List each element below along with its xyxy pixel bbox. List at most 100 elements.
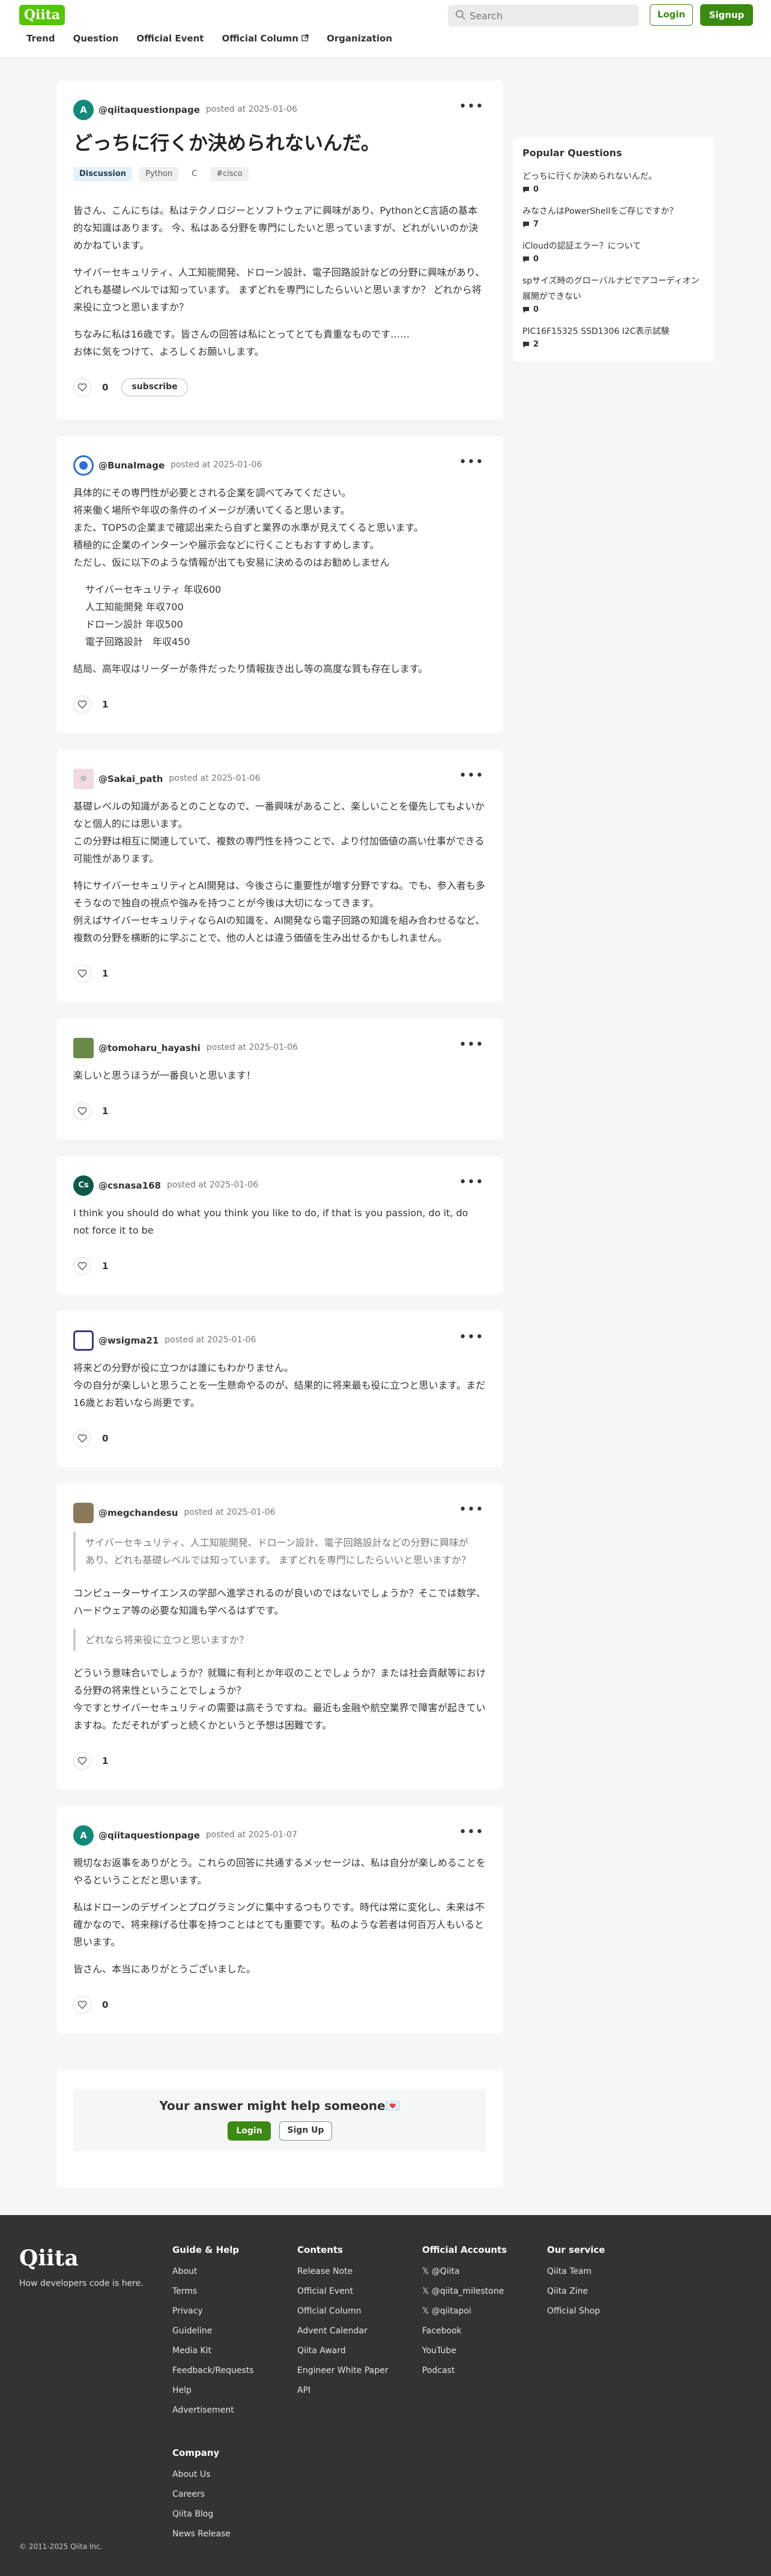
footer-link[interactable]: Help xyxy=(172,2381,254,2401)
paragraph: 親切なお返事をありがとう。これらの回答に共通するメッセージは、私は自分が楽しめる… xyxy=(73,1857,486,1886)
footer-link[interactable]: Official Event xyxy=(297,2282,389,2302)
avatar[interactable]: Cs xyxy=(73,1175,94,1196)
search-box[interactable] xyxy=(448,5,639,26)
like-button[interactable] xyxy=(73,378,91,396)
author-name[interactable]: @megchandesu xyxy=(98,1505,178,1521)
cta-login-button[interactable]: Login xyxy=(228,2121,271,2141)
popular-question-title[interactable]: iCloudの認証エラー？について xyxy=(522,238,705,254)
footer-link[interactable]: Qiita Team xyxy=(547,2262,605,2282)
paragraph: ただし、仮に以下のような情報が出ても安易に決めるのはお勧めしません xyxy=(73,557,390,568)
author-name[interactable]: @tomoharu_hayashi xyxy=(98,1040,201,1056)
like-button[interactable] xyxy=(73,1996,91,2014)
like-button[interactable] xyxy=(73,965,91,983)
footer-link[interactable]: Feedback/Requests xyxy=(172,2361,254,2381)
avatar[interactable]: ✿ xyxy=(73,769,94,789)
nav-official-event[interactable]: Official Event xyxy=(136,29,204,48)
qiita-logo[interactable]: Qiita xyxy=(19,5,65,25)
author-name[interactable]: @csnasa168 xyxy=(98,1178,161,1194)
comment-icon xyxy=(523,256,529,262)
popular-question-title[interactable]: みなさんはPowerShellをご存じですか？ xyxy=(522,204,705,219)
author-name[interactable]: @wsigma21 xyxy=(98,1333,159,1349)
paragraph: この分野は相互に関連していて、複数の専門性を持つことで、より付加価値の高い仕事が… xyxy=(73,835,485,864)
avatar[interactable]: A xyxy=(73,1825,94,1846)
nav-official-column[interactable]: Official Column xyxy=(222,29,309,48)
search-icon xyxy=(455,10,465,20)
more-options-icon[interactable]: ••• xyxy=(459,1038,484,1052)
more-options-icon[interactable]: ••• xyxy=(459,1175,484,1190)
paragraph: 皆さん、本当にありがとうございました。 xyxy=(73,1963,256,1975)
like-button[interactable] xyxy=(73,1429,91,1447)
nav-question[interactable]: Question xyxy=(73,29,119,48)
tag-python[interactable]: Python xyxy=(139,167,179,181)
avatar[interactable] xyxy=(73,1038,94,1058)
author-name[interactable]: @qiitaquestionpage xyxy=(98,102,200,118)
footer-link[interactable]: 𝕏 @qiita_milestone xyxy=(422,2282,507,2302)
author-name[interactable]: @qiitaquestionpage xyxy=(98,1828,200,1844)
footer-link[interactable]: Engineer White Paper xyxy=(297,2361,389,2381)
popular-question-item[interactable]: PIC16F15325 SSD1306 I2C表示試験 2 xyxy=(522,324,705,350)
footer-link[interactable]: Media Kit xyxy=(172,2341,254,2361)
more-options-icon[interactable]: ••• xyxy=(459,1503,484,1517)
tag-cisco[interactable]: #cisco xyxy=(210,167,249,181)
footer-link[interactable]: 𝕏 @Qiita xyxy=(422,2262,507,2282)
footer-link[interactable]: Terms xyxy=(172,2282,254,2302)
footer-link[interactable]: 𝕏 @qiitapoi xyxy=(422,2302,507,2321)
avatar[interactable]: A xyxy=(73,100,94,120)
footer-link[interactable]: Guideline xyxy=(172,2321,254,2341)
like-button[interactable] xyxy=(73,1752,91,1770)
footer-link[interactable]: Advent Calendar xyxy=(297,2321,389,2341)
popular-question-item[interactable]: iCloudの認証エラー？について 0 xyxy=(522,238,705,265)
footer-link[interactable]: Qiita Blog xyxy=(172,2505,231,2524)
popular-question-item[interactable]: spサイズ時のグローバルナビでアコーディオン展開ができない 0 xyxy=(522,273,705,315)
footer-link[interactable]: YouTube xyxy=(422,2341,507,2361)
signup-button[interactable]: Signup xyxy=(700,4,753,26)
like-button[interactable] xyxy=(73,1257,91,1275)
question-title: どっちに行くか決められないんだ。 xyxy=(73,132,381,154)
footer-logo[interactable]: Qiita xyxy=(19,2239,79,2278)
footer-link[interactable]: Podcast xyxy=(422,2361,507,2381)
footer-link[interactable]: Privacy xyxy=(172,2302,254,2321)
nav-trend[interactable]: Trend xyxy=(26,29,55,48)
cta-signup-button[interactable]: Sign Up xyxy=(279,2121,332,2141)
author-name[interactable]: @Sakai_path xyxy=(98,771,163,787)
nav-organization[interactable]: Organization xyxy=(327,29,392,48)
footer-link[interactable]: Official Shop xyxy=(547,2302,605,2321)
more-options-icon[interactable]: ••• xyxy=(459,769,484,783)
popular-question-item[interactable]: どっちに行くか決められないんだ。 0 xyxy=(522,169,705,195)
like-button[interactable] xyxy=(73,696,91,714)
main-content: A @qiitaquestionpage posted at 2025-01-0… xyxy=(0,58,771,2187)
author-name[interactable]: @BunaImage xyxy=(98,458,165,474)
avatar[interactable] xyxy=(73,455,94,476)
footer-link[interactable]: About xyxy=(172,2262,254,2282)
footer-link[interactable]: Qiita Zine xyxy=(547,2282,605,2302)
like-button[interactable] xyxy=(73,1102,91,1120)
footer-link[interactable]: Facebook xyxy=(422,2321,507,2341)
login-button[interactable]: Login xyxy=(650,4,693,26)
footer-link[interactable]: Release Note xyxy=(297,2262,389,2282)
footer-link[interactable]: Qiita Award xyxy=(297,2341,389,2361)
more-options-icon[interactable]: ••• xyxy=(459,455,484,470)
search-input[interactable] xyxy=(470,5,632,26)
tag-discussion[interactable]: Discussion xyxy=(73,167,133,181)
popular-question-item[interactable]: みなさんはPowerShellをご存じですか？ 7 xyxy=(522,204,705,230)
footer-link[interactable]: Careers xyxy=(172,2485,231,2505)
popular-question-title[interactable]: どっちに行くか決められないんだ。 xyxy=(522,169,705,184)
more-options-icon[interactable]: ••• xyxy=(459,1330,484,1345)
footer-link[interactable]: News Release xyxy=(172,2524,231,2544)
footer-link[interactable]: About Us xyxy=(172,2465,231,2485)
heart-icon xyxy=(77,700,87,709)
subscribe-button[interactable]: subscribe xyxy=(121,378,188,396)
more-options-icon[interactable]: ••• xyxy=(459,1825,484,1840)
popular-question-title[interactable]: spサイズ時のグローバルナビでアコーディオン展開ができない xyxy=(522,273,705,305)
more-options-icon[interactable]: ••• xyxy=(459,100,484,114)
footer-link[interactable]: API xyxy=(297,2381,389,2401)
like-count: 1 xyxy=(102,1755,109,1766)
comment-icon xyxy=(523,187,529,193)
avatar[interactable] xyxy=(73,1330,94,1351)
footer-link[interactable]: Official Column xyxy=(297,2302,389,2321)
popular-question-title[interactable]: PIC16F15325 SSD1306 I2C表示試験 xyxy=(522,324,705,339)
avatar[interactable] xyxy=(73,1503,94,1523)
footer-link[interactable]: Advertisement xyxy=(172,2401,254,2420)
tag-c[interactable]: C xyxy=(186,167,204,181)
tag-list: Discussion Python C #cisco xyxy=(73,167,486,181)
